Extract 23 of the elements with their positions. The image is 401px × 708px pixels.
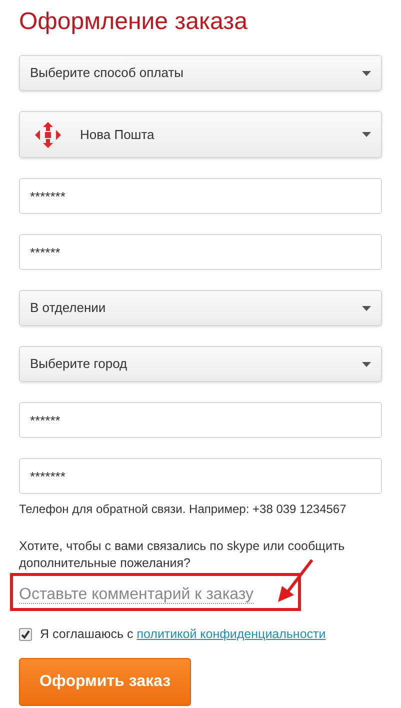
page-title: Оформление заказа [19,7,248,37]
check-icon [21,630,30,639]
input-field[interactable]: ******* [19,178,382,214]
comment-link[interactable]: Оставьте комментарий к заказу [19,586,254,604]
phone-hint: Телефон для обратной связи. Например: +38 039 1234567 [19,501,348,518]
comment-prompt: Хотите, чтобы с вами связались по skype или сообщить дополнительные пожелания? [19,538,346,572]
input-field[interactable]: ****** [19,402,382,438]
caret-icon [362,306,371,310]
caret-icon [362,132,371,137]
logo-icon [34,120,62,148]
select-field[interactable]: В отделении [19,290,382,326]
annotation-arrow [276,558,316,604]
caret-icon [362,362,371,366]
agree-checkbox[interactable] [19,628,32,641]
agree-label: Я соглашаюсь с [40,627,134,641]
input-field[interactable]: ****** [19,234,382,270]
select-field[interactable]: Выберите город [19,346,382,382]
select-field[interactable]: Нова Пошта [19,111,382,158]
caret-icon [362,70,371,76]
input-field[interactable]: ******* [19,458,382,494]
carrier-name: Нова Пошта [80,126,154,144]
select-field[interactable]: Выберите способ оплаты [19,55,382,91]
privacy-link[interactable]: политикой конфиденциальности [136,627,326,641]
